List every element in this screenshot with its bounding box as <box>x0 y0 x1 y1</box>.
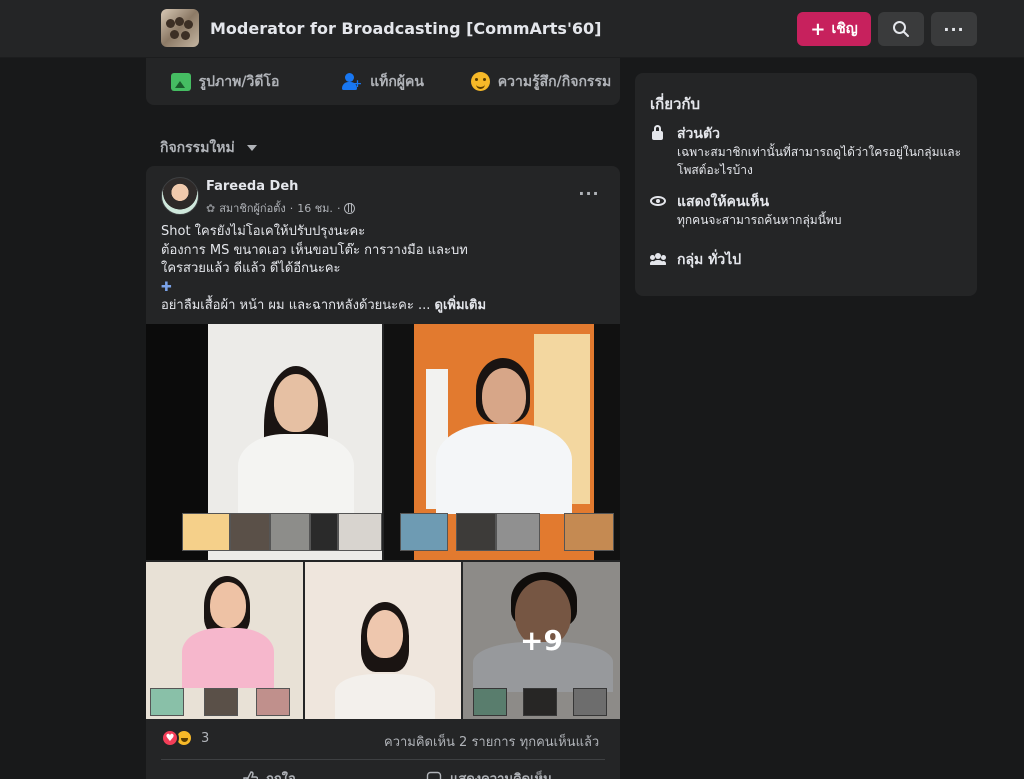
plus-icon: + <box>810 18 826 40</box>
more-photos-overlay[interactable]: +9 <box>463 562 620 719</box>
feeling-activity-button[interactable]: ความรู้สึก/กิจกรรม <box>462 64 620 100</box>
privacy-description: เฉพาะสมาชิกเท่านั้นที่สามารถดูได้ว่าใครอ… <box>677 145 962 177</box>
see-more-link[interactable]: ดูเพิ่มเติม <box>435 298 486 313</box>
more-icon: ··· <box>578 183 600 203</box>
post-options-button[interactable]: ··· <box>574 180 604 206</box>
visibility-info: แสดงให้คนเห็น ทุกคนจะสามารถค้นหากลุ่มนี้… <box>650 191 970 231</box>
post-last-line: อย่าลืมเสื้อผ้า หน้า ผม และฉากหลังด้วยนะ… <box>161 298 431 313</box>
post-line: ใครสวยแล้ว ดีแล้ว ดีได้อีกนะคะ <box>161 261 341 276</box>
post-line: Shot ใครยังไม่โอเคให้ปรับปรุงนะคะ <box>161 224 366 239</box>
search-icon <box>893 21 909 37</box>
globe-icon <box>344 202 356 214</box>
post-photo-2[interactable] <box>384 324 620 560</box>
comment-seen-summary: ความคิดเห็น 2 รายการ ทุกคนเห็นแล้ว <box>384 731 599 752</box>
visibility-title: แสดงให้คนเห็น <box>677 194 770 210</box>
post-photo-3[interactable] <box>146 562 303 719</box>
visibility-description: ทุกคนจะสามารถค้นหากลุ่มนี้พบ <box>677 213 842 227</box>
post-line: ต้องการ MS ขนาดเอว เห็นขอบโต๊ะ การวางมือ… <box>161 242 468 258</box>
author-role: สมาชิกผู้ก่อตั้ง <box>219 202 286 215</box>
love-reaction-icon: ♥ <box>161 729 179 747</box>
like-button[interactable]: ถูกใจ <box>242 768 296 779</box>
thumbs-up-icon <box>243 770 258 779</box>
post-line: อย่าลืมเสื้อผ้า หน้า ผม และฉากหลังด้วยนะ… <box>161 297 611 316</box>
post-author[interactable]: Fareeda Deh <box>206 179 298 194</box>
photo-icon <box>170 72 191 91</box>
sort-label: กิจกรรมใหม่ <box>160 140 235 156</box>
search-button[interactable] <box>878 12 924 46</box>
photo-video-label: รูปภาพ/วิดีโอ <box>198 73 280 90</box>
about-title: เกี่ยวกับ <box>650 95 701 113</box>
sort-dropdown[interactable]: กิจกรรมใหม่ <box>160 137 257 159</box>
reaction-count: 3 <box>201 730 210 746</box>
divider <box>161 759 605 760</box>
top-bar: Moderator for Broadcasting [CommArts'60]… <box>0 0 1024 58</box>
tag-people-label: แท็กผู้คน <box>370 73 424 90</box>
chevron-down-icon <box>246 145 257 151</box>
avatar[interactable] <box>161 177 199 215</box>
group-icon <box>650 251 666 267</box>
more-options-button[interactable]: ··· <box>931 12 977 46</box>
post-time[interactable]: 16 ชม. <box>297 199 333 217</box>
comment-label: แสดงความคิดเห็น <box>450 768 552 779</box>
post-body: Shot ใครยังไม่โอเคให้ปรับปรุงนะคะ ต้องกา… <box>161 223 611 316</box>
group-cover-thumbnail[interactable] <box>161 9 199 47</box>
group-type-info: กลุ่ม ทั่วไป <box>650 249 970 271</box>
smiley-icon <box>470 72 490 91</box>
invite-button[interactable]: + เชิญ <box>797 12 871 46</box>
post-composer-actions: รูปภาพ/วิดีโอ + แท็กผู้คน ความรู้สึก/กิจ… <box>146 58 620 105</box>
about-panel: เกี่ยวกับ ส่วนตัว เฉพาะสมาชิกเท่านั้นที่… <box>635 73 977 296</box>
eye-icon <box>650 193 666 209</box>
feeling-activity-label: ความรู้สึก/กิจกรรม <box>497 73 612 90</box>
comments-count-link[interactable]: ความคิดเห็น 2 รายการ <box>384 735 516 750</box>
seen-by-text[interactable]: ทุกคนเห็นแล้ว <box>520 735 600 750</box>
like-label: ถูกใจ <box>266 768 296 779</box>
tag-people-icon: + <box>342 72 362 91</box>
group-type-label: กลุ่ม ทั่วไป <box>677 252 742 268</box>
post-meta: ✿ สมาชิกผู้ก่อตั้ง · 16 ชม. · <box>206 199 356 217</box>
sprout-icon: ✿ <box>206 201 216 215</box>
privacy-info: ส่วนตัว เฉพาะสมาชิกเท่านั้นที่สามารถดูได… <box>650 123 970 183</box>
post-photo-1[interactable] <box>146 324 382 560</box>
group-title[interactable]: Moderator for Broadcasting [CommArts'60] <box>210 19 601 38</box>
invite-label: เชิญ <box>831 21 858 37</box>
tag-people-button[interactable]: + แท็กผู้คน <box>304 64 462 100</box>
post-photo-4[interactable] <box>305 562 461 719</box>
privacy-title: ส่วนตัว <box>677 126 720 142</box>
comment-icon <box>426 771 442 779</box>
reactions-summary[interactable]: ♥ 3 <box>161 729 209 747</box>
photo-video-button[interactable]: รูปภาพ/วิดีโอ <box>146 64 304 100</box>
more-icon: ··· <box>943 19 965 39</box>
lock-icon <box>650 125 666 141</box>
puzzle-piece-icon: ✚ <box>161 279 172 295</box>
comment-button[interactable]: แสดงความคิดเห็น <box>426 768 552 779</box>
